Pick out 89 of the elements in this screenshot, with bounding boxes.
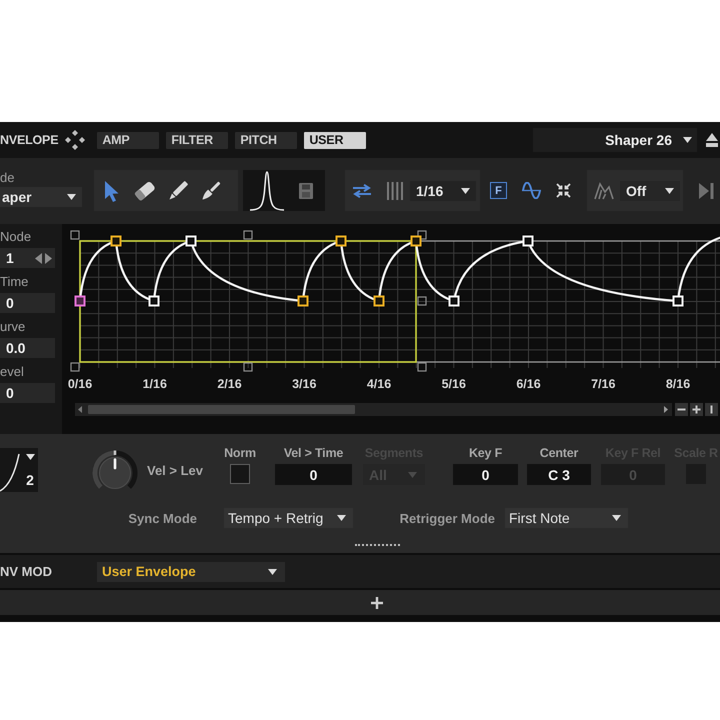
move-icon[interactable] [65, 130, 86, 150]
bell-curve-icon[interactable] [250, 170, 284, 210]
caret-icon [26, 454, 34, 460]
envelope-node[interactable] [74, 296, 86, 306]
grid-dropdown[interactable]: 1/16 [410, 180, 476, 200]
envelope-node[interactable] [374, 296, 384, 306]
mode-label: de [0, 169, 16, 187]
checkbox[interactable] [230, 464, 250, 484]
scroll-left-icon[interactable] [78, 406, 82, 413]
value-field[interactable]: 1 [0, 248, 55, 268]
control-label: Vel > Time [284, 445, 344, 461]
caret-icon [337, 515, 346, 521]
eject-icon[interactable] [706, 133, 718, 147]
control-label: Key F [468, 445, 502, 461]
selection-handle[interactable] [417, 296, 427, 306]
parameter-label: urve [0, 319, 26, 335]
scrollbar-thumb[interactable] [88, 405, 355, 414]
value-field[interactable]: 0.0 [0, 338, 55, 358]
time-label: 1/16 [142, 377, 167, 391]
parameter-label: Time [0, 274, 30, 290]
parameter-label: evel [0, 364, 25, 380]
setting-label: Retrigger Mode [398, 510, 495, 526]
time-label: 3/16 [292, 377, 316, 391]
tab[interactable]: PITCH [235, 132, 298, 148]
modulation-dropdown[interactable]: User Envelope [97, 562, 285, 582]
time-label: 2/16 [217, 377, 242, 391]
sync-arrows-icon[interactable] [352, 184, 372, 198]
tab[interactable]: AMP [97, 132, 160, 148]
envelope-node[interactable] [336, 236, 346, 246]
time-label: 4/16 [366, 377, 392, 391]
save-icon[interactable] [299, 182, 313, 198]
caret-icon [612, 515, 621, 521]
dropdown[interactable]: First Note [505, 508, 628, 528]
envelope-node[interactable] [298, 296, 308, 306]
selection-handle[interactable] [243, 362, 253, 372]
value-field[interactable]: 0 [0, 383, 55, 403]
mode-dropdown[interactable]: aper [0, 187, 82, 207]
time-label: 8/16 [666, 377, 690, 391]
play-icon[interactable] [699, 183, 714, 199]
time-label: 5/16 [442, 377, 466, 391]
plus-icon[interactable] [371, 596, 383, 608]
parameter-label: Node [0, 229, 32, 245]
value-field[interactable]: 0 [453, 464, 518, 485]
scroll-right-icon[interactable] [664, 406, 668, 413]
envelope-node[interactable] [110, 236, 122, 246]
caret-icon [408, 472, 417, 478]
time-label: 0/16 [68, 377, 92, 391]
modulation-label: NV MOD [0, 564, 53, 579]
selection-handle[interactable] [417, 362, 427, 372]
caret-icon [683, 137, 692, 143]
value-field[interactable]: C 3 [527, 464, 591, 485]
dropdown[interactable]: Tempo + Retrig [224, 508, 353, 528]
minus-button[interactable] [675, 403, 688, 416]
right-arrow-icon[interactable] [45, 252, 52, 264]
mountain-shape-icon[interactable] [594, 182, 614, 200]
resize-handle[interactable] [355, 544, 400, 546]
collapse-arrows-icon[interactable] [556, 183, 571, 198]
selection-handle[interactable] [243, 230, 253, 240]
caret-icon [665, 188, 674, 194]
shape-dropdown[interactable]: Off [620, 180, 680, 200]
setting-label: Sync Mode [127, 510, 197, 526]
selection-handle[interactable] [70, 230, 80, 240]
preset-dropdown[interactable]: Shaper 26 [533, 128, 697, 152]
knob-label: Vel > Lev [147, 463, 204, 479]
value-field[interactable]: 0 [275, 464, 352, 485]
section-title: NVELOPE [0, 133, 58, 147]
curve-selector[interactable]: 2 [0, 448, 38, 492]
plus-button[interactable] [690, 403, 703, 416]
letter-button[interactable]: F [490, 182, 507, 199]
left-arrow-icon[interactable] [35, 252, 42, 264]
knob-dial[interactable] [99, 450, 131, 489]
time-label: 6/16 [516, 377, 541, 391]
envelope-node[interactable] [410, 236, 422, 246]
tab[interactable]: FILTER [166, 132, 228, 148]
control-label: Center [540, 445, 578, 461]
time-label: 7/16 [591, 377, 616, 391]
caret-icon [268, 568, 277, 574]
value-field[interactable]: 0 [0, 293, 55, 313]
selection-handle[interactable] [70, 362, 80, 372]
tab[interactable]: USER [304, 132, 366, 148]
selection-handle[interactable] [417, 230, 427, 240]
vertical-bar-button[interactable] [705, 403, 718, 416]
sine-wave-icon[interactable] [522, 182, 541, 199]
selection-rectangle[interactable] [79, 240, 417, 363]
envelope-curve[interactable] [78, 234, 720, 302]
control-label: Norm [224, 445, 256, 461]
grid-lines-icon [387, 182, 403, 200]
caret-icon [67, 194, 76, 200]
caret-icon [461, 188, 470, 194]
